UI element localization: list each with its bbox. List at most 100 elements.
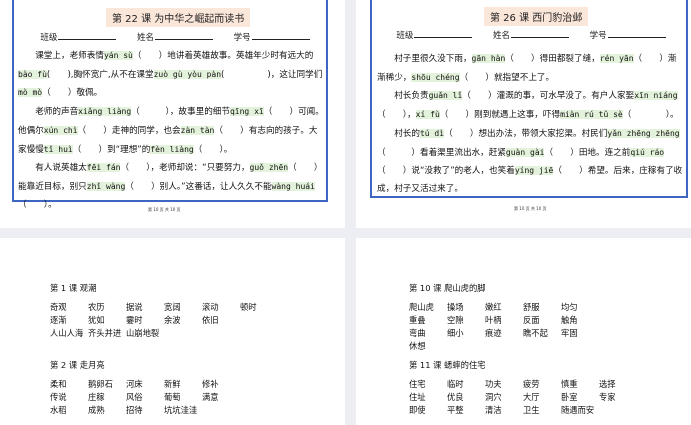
pinyin-prompt: tú dì (419, 128, 445, 138)
pinyin-prompt: xiǎng liàng (78, 107, 132, 117)
text-segment: （ ）得田都裂了缝， (505, 54, 600, 64)
vocab-word: 河床 (126, 379, 143, 389)
vocab-word: 爬山虎 (409, 302, 434, 312)
text-segment: （ ）刚到就遇上这事，吓得 (439, 110, 561, 121)
lesson-vocab: 第 11 课 蟋蟀的住宅 住宅 临时 功夫 疲劳 慎重 选择 住址 优良 洞穴 大厅 卧室 专家 即使 平整… (409, 359, 637, 417)
pinyin-prompt: guàn gài (505, 147, 545, 157)
vocab-word: 卧室 (561, 392, 578, 402)
pinyin-prompt: guǒ zhēn (249, 163, 289, 173)
class-field[interactable]: 班级 (40, 31, 117, 43)
vocab-word: 滚动 (202, 302, 219, 312)
text-segment: 课堂上，老师表情 (35, 51, 104, 61)
vocab-word: 依旧 (202, 315, 219, 325)
vocab-word: 瞧不起 (523, 328, 548, 338)
paragraph: 老师的声音xiǎng liàng（ ），故事里的细节qīng xī（ ）可闻。他… (18, 103, 324, 159)
vocab-word: 随遇而安 (561, 405, 595, 415)
text-segment: 老师的声音 (35, 107, 79, 118)
vocab-word: 疲劳 (523, 379, 540, 389)
vocab-word: 传说 (50, 392, 67, 402)
vocab-word: 空隙 (447, 315, 464, 325)
vocab-word: 修补 (202, 379, 219, 389)
text-segment: 村长的 (394, 128, 420, 139)
text-segment: （ ）看着渠里流出水，赶紧 (377, 147, 506, 158)
vocab-word: 招待 (126, 405, 143, 415)
pinyin-prompt: yíng jiē (514, 166, 554, 176)
paragraph: 村子里很久没下雨，gān hàn（ ）得田都裂了缝，rén yān（ ）渐渐稀少… (377, 50, 683, 87)
class-field[interactable]: 班级 (396, 29, 473, 41)
text-segment: （ ）就指望不上了。 (459, 72, 555, 83)
vocab-word: 顿时 (240, 302, 257, 312)
vocab-word: 叶柄 (485, 315, 502, 325)
vocab-word: 弯曲 (409, 328, 426, 338)
vocab-word: 反面 (523, 315, 540, 325)
worksheet-title: 第 26 课 西门豹治邺 (484, 7, 589, 26)
vocab-word: 新鲜 (164, 379, 181, 389)
name-field[interactable]: 姓名 (493, 29, 569, 41)
lesson-vocab: 第 10 课 爬山虎的脚 爬山虎 操场 嫩红 舒服 均匀 重叠 空隙 叶柄 反面 触角 弯曲 细小 痕迹 瞧… (409, 282, 599, 353)
pinyin-prompt: yǎn zhēng zhēng (607, 128, 680, 138)
vocab-word: 人山人海 (50, 328, 84, 338)
vocab-word: 牢固 (561, 328, 578, 338)
vocab-word: 功夫 (485, 379, 502, 389)
worksheet-body: 村子里很久没下雨，gān hàn（ ）得田都裂了缝，rén yān（ ）渐渐稀少… (377, 50, 683, 199)
text-segment: ( ),胸怀宽广,从不在课堂 (46, 69, 154, 80)
pinyin-prompt: shōu chéng (411, 72, 460, 82)
text-segment: 村长负责 (394, 91, 429, 102)
pinyin-prompt: gān hàn (471, 54, 506, 63)
text-segment: （ ）灌溉的事，可水早没了。有户人家娶 (462, 91, 635, 102)
pinyin-prompt: zuò gù yòu pàn (153, 69, 222, 79)
vocab-word: 风俗 (126, 392, 143, 402)
vocab-word: 舒服 (523, 302, 540, 312)
text-segment: 有人说英雄太 (35, 163, 87, 174)
vocab-word: 农历 (88, 302, 105, 312)
text-segment: （ ）到“理想”的 (72, 144, 151, 155)
vocab-word: 即使 (409, 405, 426, 415)
vocab-word: 洞穴 (485, 392, 502, 402)
vocab-word: 宽阔 (164, 302, 181, 312)
vocab-word: 柔和 (50, 379, 67, 389)
pinyin-prompt: fèn liàng (150, 144, 194, 154)
worksheet-body: 课堂上，老师表情yán sù（ ）地讲着英雄故事。英雄年少时有远大的 bào fù… (18, 47, 324, 214)
vocab-word: 犹如 (88, 315, 105, 325)
pinyin-prompt: xí fù (415, 110, 440, 120)
worksheet-title: 第 22 课 为中华之崛起而读书 (106, 8, 251, 27)
word-row: 人山人海 齐头并进 山崩地裂 (50, 327, 278, 340)
word-row: 重叠 空隙 叶柄 反面 触角 (409, 314, 599, 327)
vocab-word: 成熟 (88, 405, 105, 415)
pinyin-prompt: fēi fán (86, 163, 121, 173)
text-segment: （ ）敬佩。 (42, 88, 103, 99)
pinyin-prompt: rén yān (599, 54, 634, 63)
vocab-word: 触角 (561, 315, 578, 325)
lesson-title: 第 1 课 观潮 (50, 283, 97, 293)
page-lesson-22: 第 22 课 为中华之崛起而读书 班级 姓名 学号 课堂上，老师表情yán sù… (0, 0, 345, 228)
vocab-word: 嫩红 (485, 302, 502, 312)
student-id-field[interactable]: 学号 (234, 31, 310, 43)
lesson-title: 第 11 课 蟋蟀的住宅 (409, 360, 486, 370)
vocab-word: 逐渐 (50, 315, 67, 325)
word-row: 休想 (409, 340, 599, 353)
text-segment: （ ）田地。连之前 (544, 147, 631, 158)
text-segment: （ ）别人。”这番话，让人久久不能 (125, 181, 272, 192)
text-segment: ( )，这让同学们 (221, 69, 323, 80)
pinyin-prompt: wàng huái (271, 181, 315, 191)
pinyin-prompt: qiú ráo (630, 147, 665, 157)
text-segment: （ ）说“没救了”的老人，也笑着 (377, 166, 515, 177)
vocab-word: 细小 (447, 328, 464, 338)
vocab-word: 山崩地裂 (126, 328, 160, 338)
text-segment: （ ）， (377, 110, 416, 121)
text-segment: 村子里很久没下雨， (394, 54, 472, 64)
vocab-word: 满意 (202, 392, 219, 402)
page-number: 第 10 页 共 10 页 (148, 207, 181, 212)
student-id-field[interactable]: 学号 (590, 29, 666, 41)
page-number: 第 10 页 共 10 页 (514, 206, 547, 211)
vocab-word: 优良 (447, 392, 464, 402)
vocab-word: 水稻 (50, 405, 67, 415)
word-row: 奇观 农历 据说 宽阔 滚动 顿时 (50, 301, 278, 314)
word-row: 爬山虎 操场 嫩红 舒服 均匀 (409, 301, 599, 314)
text-segment: （ ）。 (193, 144, 233, 155)
name-field[interactable]: 姓名 (137, 31, 213, 43)
vocab-word: 均匀 (561, 302, 578, 312)
vocab-word: 慎重 (561, 379, 578, 389)
vocab-word: 痕迹 (485, 328, 502, 338)
vocab-word: 齐头并进 (88, 328, 122, 338)
